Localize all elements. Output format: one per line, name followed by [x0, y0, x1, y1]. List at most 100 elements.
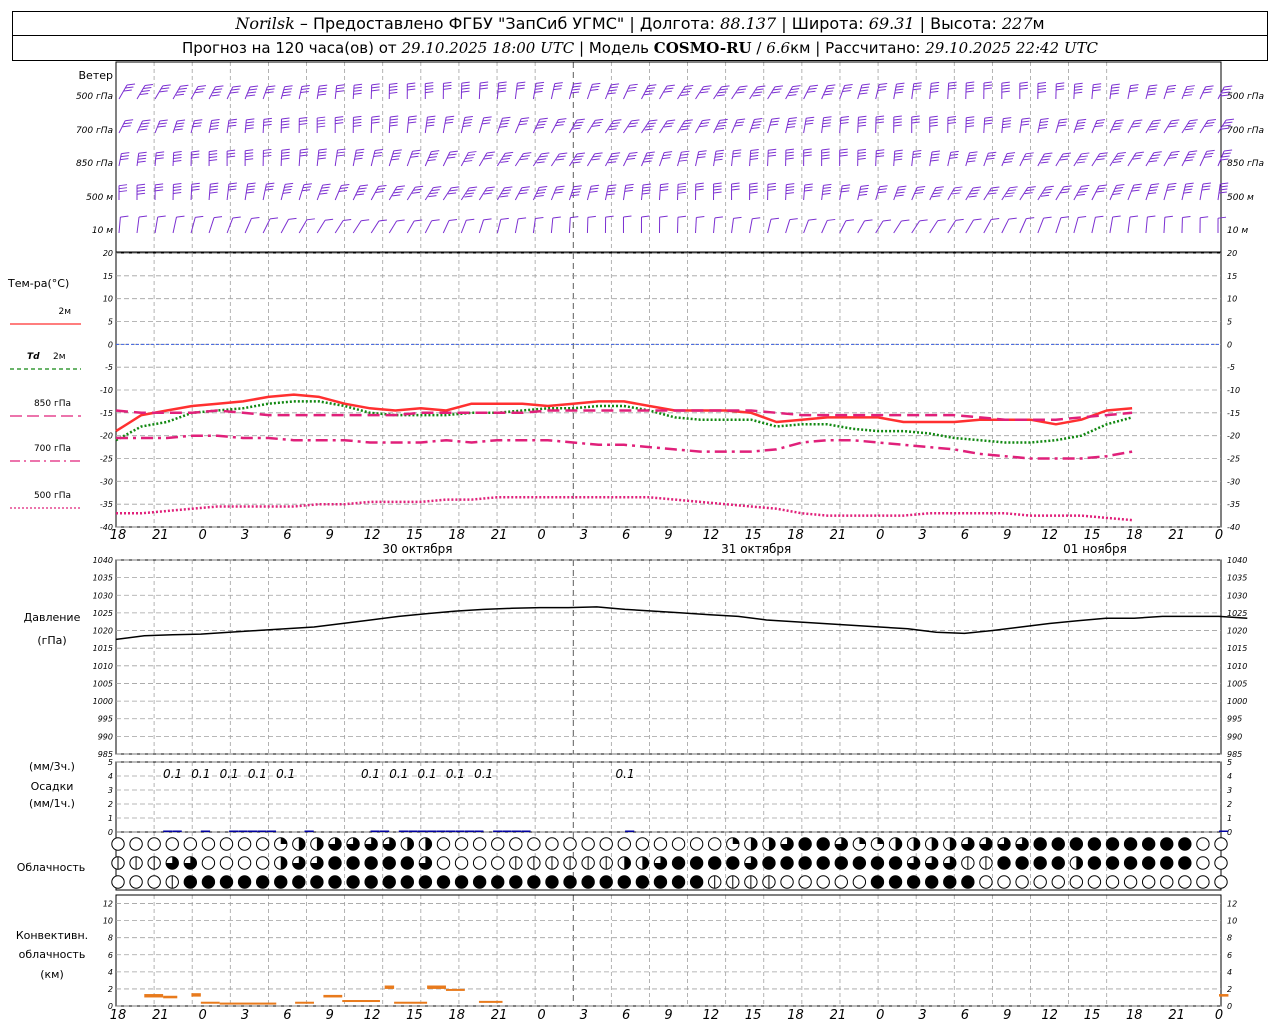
cloud-fill: [256, 875, 269, 889]
cloud-symbol: [671, 837, 686, 851]
pressure-tick-right: 1040: [1227, 556, 1247, 565]
wind-barb-flag: [645, 90, 654, 93]
precip-tick-right: 0: [1227, 828, 1232, 837]
wind-barb-flag: [535, 216, 544, 219]
wind-barb: [623, 119, 640, 134]
temp-hour-label: 6: [961, 528, 969, 543]
wind-barb-flag: [121, 152, 130, 155]
wind-barb-flag: [894, 149, 903, 152]
wind-barb: [1073, 215, 1087, 234]
precip-3h-label: 0.1: [276, 767, 295, 781]
wind-barb-flag: [498, 84, 507, 87]
wind-barb: [929, 219, 946, 234]
wind-barb-flag: [228, 124, 237, 127]
wind-barb-shaft: [1217, 119, 1227, 134]
wind-barb-flag: [356, 148, 365, 151]
wind-barb-flag: [341, 184, 350, 187]
wind-barb: [604, 184, 617, 201]
cloud-circle: [635, 837, 650, 851]
wind-barb-flag: [647, 122, 656, 125]
wind-barb: [280, 85, 293, 100]
wind-barb-flag: [608, 128, 617, 131]
wind-barb-shaft: [965, 152, 970, 167]
wind-barb-flag: [176, 122, 185, 125]
cloud-circle: [816, 875, 830, 889]
wind-barb-flag: [1076, 124, 1085, 127]
cloud-symbol: [527, 856, 541, 870]
wind-barb-flag: [1021, 120, 1030, 123]
wind-barb: [550, 216, 561, 234]
conv-hour-label: 0: [876, 1008, 884, 1023]
temp-hour-label: 18: [787, 528, 804, 543]
cloud-symbol: [852, 837, 867, 851]
wind-barb-flag: [1060, 191, 1069, 194]
wind-barb: [911, 82, 922, 100]
wind-barb: [442, 115, 455, 134]
cloud-fill: [407, 837, 414, 851]
wind-barb-flag: [245, 124, 254, 127]
wind-barb-flag: [283, 188, 292, 191]
wind-barb-flag: [948, 81, 957, 84]
cloud-circle: [147, 837, 161, 851]
wind-barb-flag: [245, 155, 254, 158]
wind-barb-flag: [445, 118, 454, 121]
wind-barb: [586, 184, 600, 201]
wind-barb-flag: [485, 189, 494, 192]
wind-barb-flag: [803, 148, 812, 151]
cloud-symbol: [870, 856, 885, 870]
wind-barb-flag: [120, 158, 129, 161]
wind-barb-flag: [605, 215, 614, 218]
wind-barb-flag: [1129, 215, 1139, 218]
wind-barb: [658, 183, 669, 201]
wind-barb-flag: [125, 119, 134, 122]
wind-barb-flag: [594, 152, 603, 155]
wind-barb-flag: [126, 83, 136, 86]
wind-level-label-right: 10 м: [1227, 226, 1248, 236]
wind-barb-flag: [660, 186, 669, 189]
cloud-symbol: [1051, 856, 1065, 870]
wind-barb-flag: [879, 83, 888, 86]
wind-barb-flag: [1111, 83, 1120, 86]
wind-barb: [785, 218, 798, 234]
wind-barb-flag: [1171, 119, 1180, 122]
wind-level-label: 850 гПа: [76, 159, 113, 169]
wind-barb-shaft: [749, 218, 753, 234]
temp-hour-label: 18: [448, 528, 465, 543]
wind-barb-flag: [318, 90, 327, 93]
wind-barb-flag: [587, 215, 596, 218]
wind-barb-flag: [120, 155, 129, 158]
wind-barb: [695, 182, 704, 201]
pressure-tick-right: 1035: [1227, 574, 1247, 583]
wind-barb-flag: [664, 125, 673, 128]
wind-barb-flag: [501, 157, 511, 160]
wind-barb-flag: [143, 86, 152, 89]
wind-barb: [352, 83, 363, 100]
wind-barb-flag: [142, 119, 151, 122]
wind-barb-flag: [680, 94, 689, 96]
wind-barb-flag: [1037, 85, 1047, 88]
wind-barb-flag: [754, 91, 763, 94]
wind-barb-flag: [663, 154, 672, 157]
wind-barb: [136, 151, 147, 167]
cloud-circle: [1087, 875, 1102, 889]
wind-barb-flag: [984, 119, 993, 122]
precip-tick-right: 3: [1227, 786, 1232, 795]
wind-barb-flag: [1153, 151, 1162, 154]
wind-barb-flag: [209, 191, 218, 194]
wind-barb-flag: [877, 191, 887, 194]
wind-barb-flag: [913, 82, 922, 85]
cloud-symbol: [436, 837, 451, 851]
cloud-symbol: [111, 837, 125, 851]
wind-barb-shaft: [929, 220, 939, 234]
cloud-circle: [1105, 875, 1120, 889]
wind-barb-flag: [591, 158, 600, 161]
wind-barb-flag: [391, 155, 401, 158]
temp-legend-prefix: Td: [27, 352, 40, 362]
wind-barb: [713, 149, 724, 167]
conv-hour-label: 12: [1041, 1008, 1058, 1023]
wind-barb-flag: [1063, 185, 1072, 188]
wind-barb-flag: [212, 91, 221, 94]
wind-barb-flag: [821, 148, 830, 151]
wind-barb-flag: [443, 87, 452, 90]
cloud-fill: [690, 875, 703, 889]
